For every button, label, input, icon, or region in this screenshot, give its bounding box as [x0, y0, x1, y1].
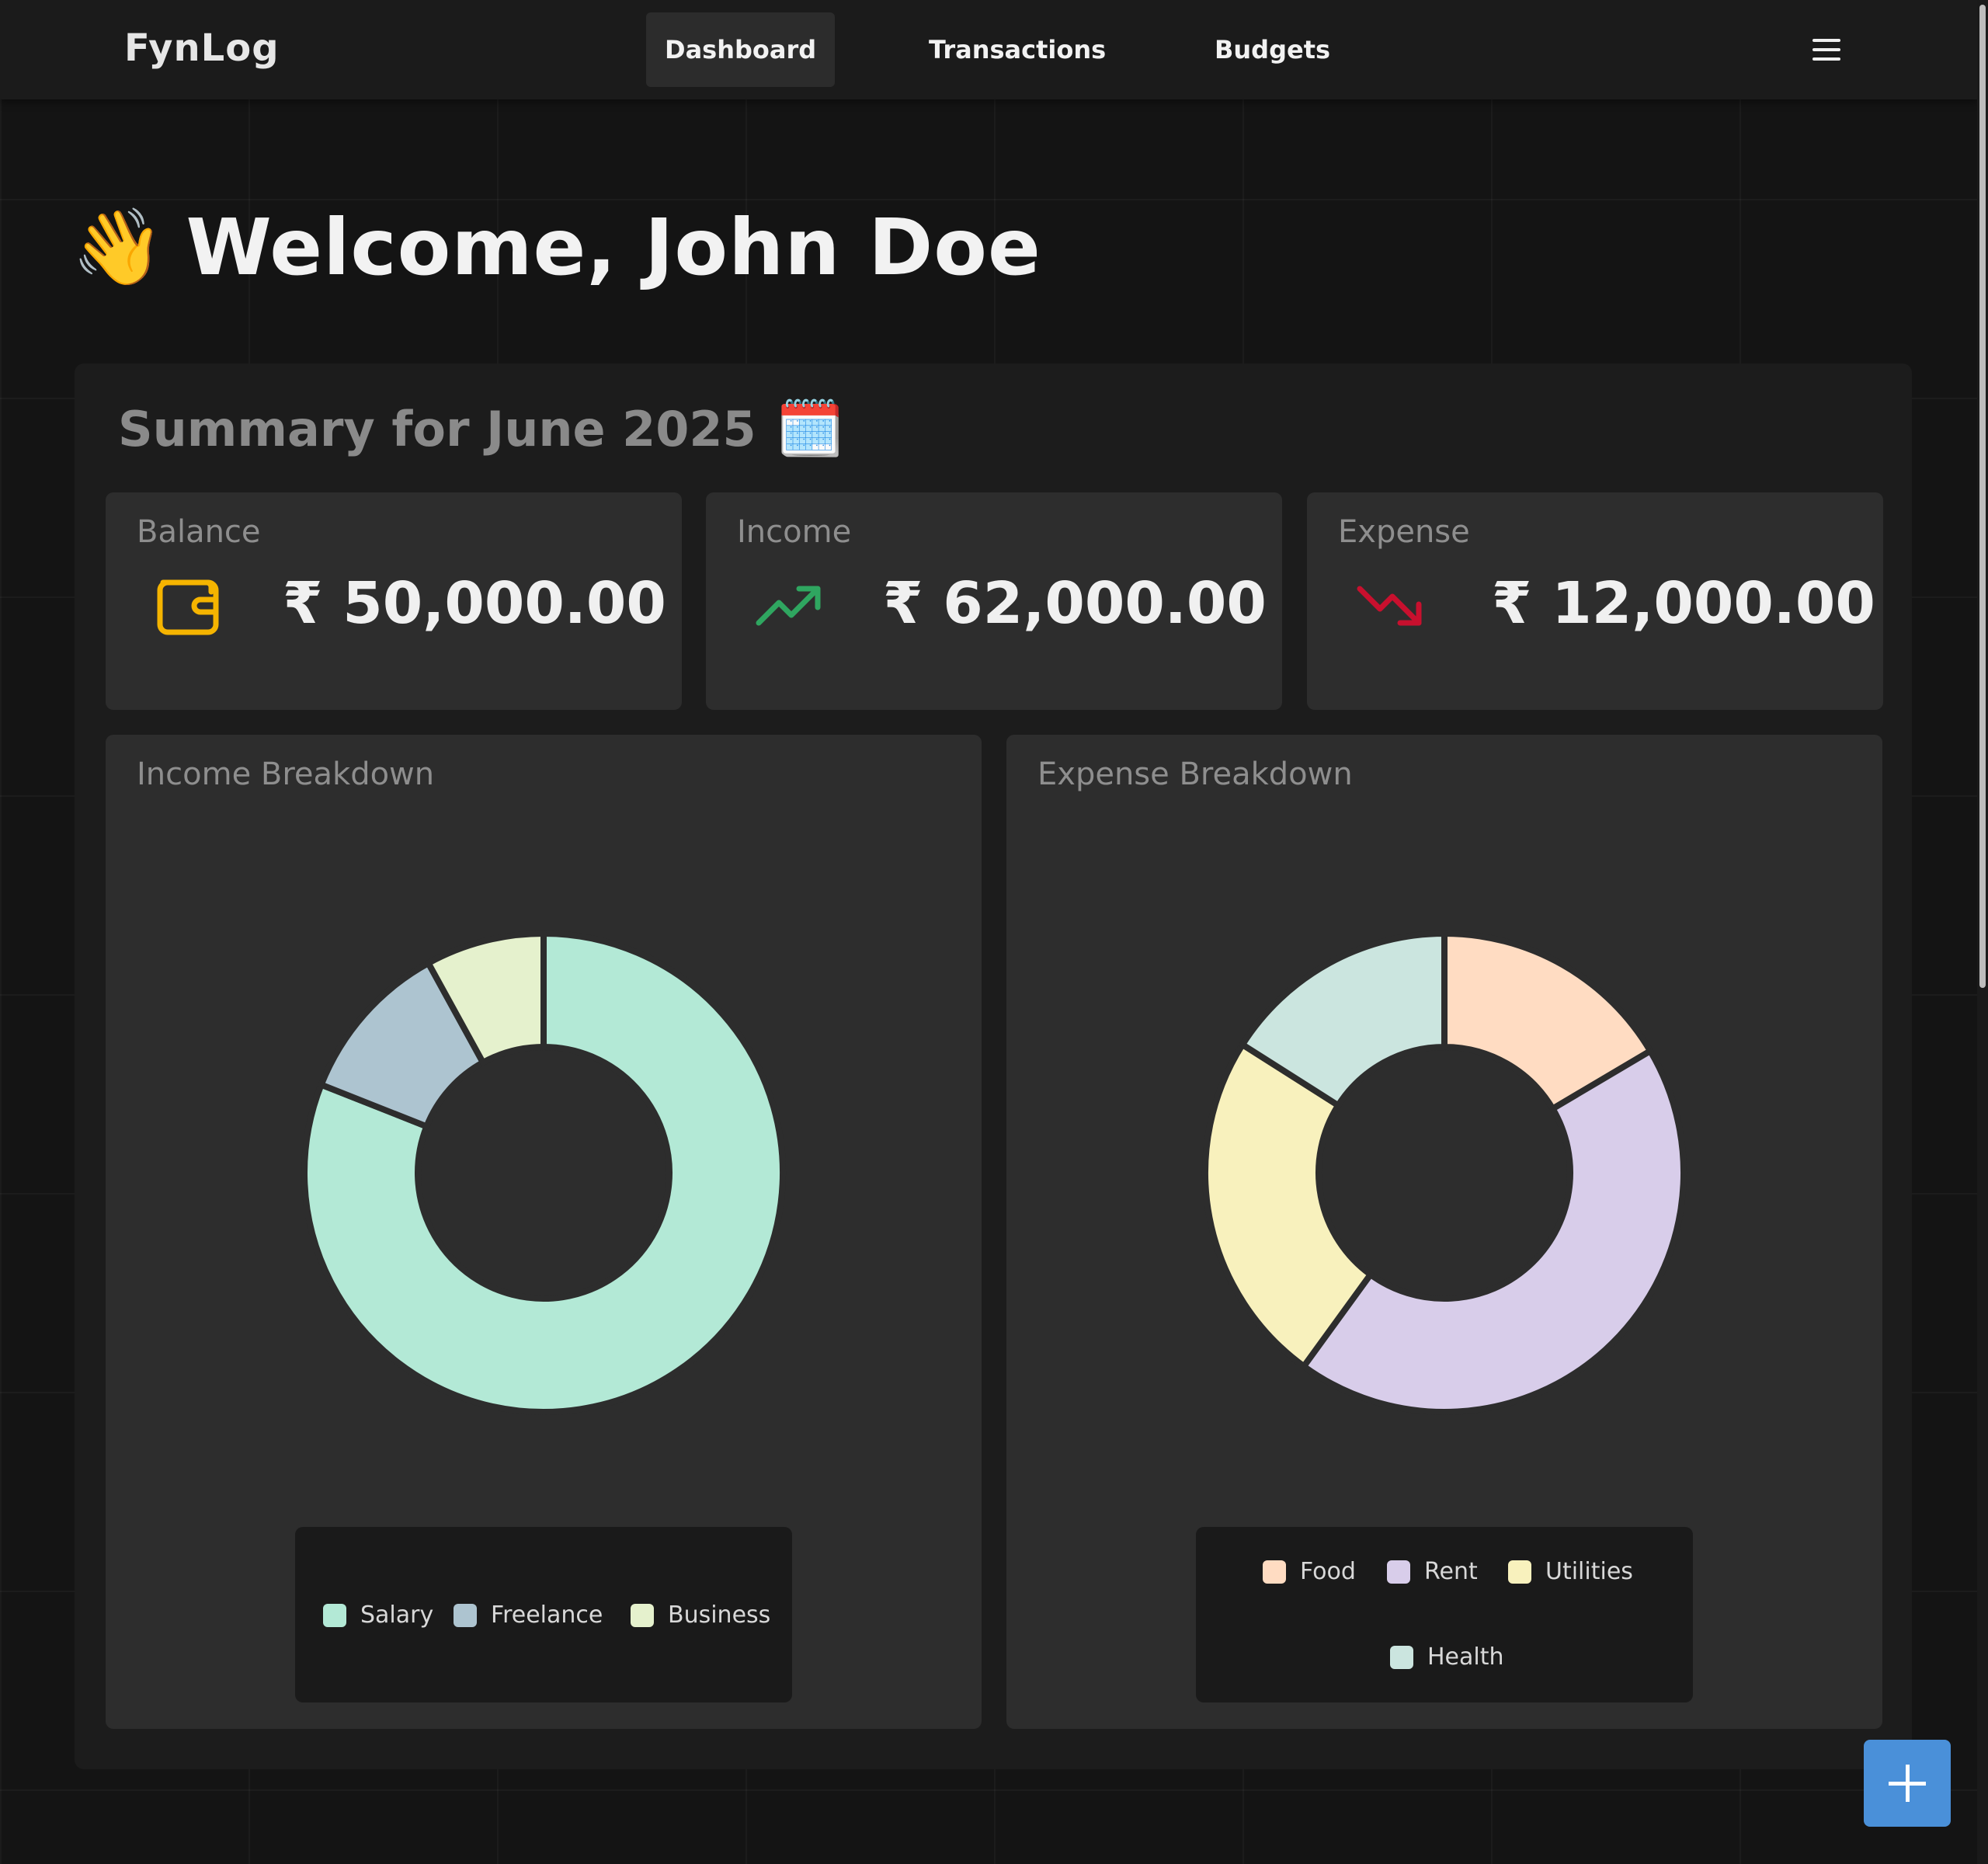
- scrollbar-thumb[interactable]: [1979, 5, 1986, 988]
- page-scrollbar[interactable]: [1977, 0, 1988, 1864]
- legend-item-food[interactable]: Food: [1263, 1558, 1356, 1585]
- balance-value: ₹ 50,000.00: [283, 570, 666, 637]
- legend-swatch: [631, 1603, 654, 1627]
- legend-item-business[interactable]: Business: [631, 1601, 770, 1629]
- summary-title: Summary for June 2025 🗓️: [118, 391, 844, 466]
- income-legend: Salary Freelance Business: [295, 1527, 792, 1702]
- tab-transactions[interactable]: Transactions: [910, 12, 1124, 87]
- income-donut-chart: [301, 930, 786, 1415]
- income-label: Income: [737, 514, 852, 550]
- legend-label: Utilities: [1545, 1558, 1633, 1585]
- welcome-header: 👋 Welcome, John Doe: [71, 200, 1041, 294]
- balance-card: Balance ₹ 50,000.00: [106, 492, 682, 710]
- legend-item-health[interactable]: Health: [1390, 1643, 1504, 1671]
- income-chart-title: Income Breakdown: [137, 756, 435, 792]
- legend-label: Rent: [1424, 1558, 1478, 1585]
- add-transaction-button[interactable]: [1864, 1740, 1951, 1827]
- summary-panel: Summary for June 2025 🗓️ Balance ₹ 50,00…: [75, 363, 1912, 1769]
- legend-label: Freelance: [491, 1601, 603, 1629]
- expense-label: Expense: [1338, 514, 1470, 550]
- legend-swatch: [1508, 1560, 1531, 1584]
- expense-chart-title: Expense Breakdown: [1037, 756, 1353, 792]
- tab-budgets[interactable]: Budgets: [1196, 12, 1349, 87]
- legend-item-salary[interactable]: Salary: [323, 1601, 433, 1629]
- trending-down-icon: [1357, 586, 1422, 626]
- tab-dashboard[interactable]: Dashboard: [646, 12, 836, 87]
- income-value: ₹ 62,000.00: [883, 570, 1267, 637]
- plus-icon: [1889, 1782, 1926, 1786]
- trending-up-icon: [756, 586, 821, 626]
- legend-label: Food: [1300, 1558, 1356, 1585]
- income-card: Income ₹ 62,000.00: [706, 492, 1282, 710]
- expense-legend: Food Rent Utilities Health: [1196, 1527, 1693, 1702]
- wallet-icon: [157, 579, 219, 635]
- legend-item-rent[interactable]: Rent: [1387, 1558, 1478, 1585]
- legend-item-utilities[interactable]: Utilities: [1508, 1558, 1633, 1585]
- calendar-icon: 🗓️: [776, 397, 844, 461]
- legend-swatch: [1390, 1645, 1413, 1669]
- hamburger-menu-icon[interactable]: [1799, 28, 1854, 71]
- summary-title-text: Summary for June 2025: [118, 400, 756, 457]
- legend-swatch: [323, 1603, 346, 1627]
- legend-label: Business: [668, 1601, 771, 1629]
- top-navbar: FynLog Dashboard Transactions Budgets: [0, 0, 1977, 99]
- brand-logo[interactable]: FynLog: [124, 26, 280, 70]
- legend-item-freelance[interactable]: Freelance: [454, 1601, 603, 1629]
- donut-slice-rent[interactable]: [1300, 1048, 1687, 1415]
- expense-card: Expense ₹ 12,000.00: [1307, 492, 1883, 710]
- legend-swatch: [454, 1603, 477, 1627]
- legend-swatch: [1387, 1560, 1410, 1584]
- income-breakdown-card: Income Breakdown Salary Freelance Busine…: [106, 735, 982, 1729]
- welcome-title: Welcome, John Doe: [186, 201, 1041, 293]
- balance-label: Balance: [137, 514, 261, 550]
- expense-value: ₹ 12,000.00: [1492, 570, 1875, 637]
- expense-donut-chart: [1202, 930, 1687, 1415]
- expense-breakdown-card: Expense Breakdown Food Rent Utilities He…: [1006, 735, 1882, 1729]
- legend-swatch: [1263, 1560, 1286, 1584]
- legend-label: Salary: [360, 1601, 434, 1629]
- waving-hand-icon: 👋: [71, 203, 165, 290]
- legend-label: Health: [1427, 1643, 1504, 1671]
